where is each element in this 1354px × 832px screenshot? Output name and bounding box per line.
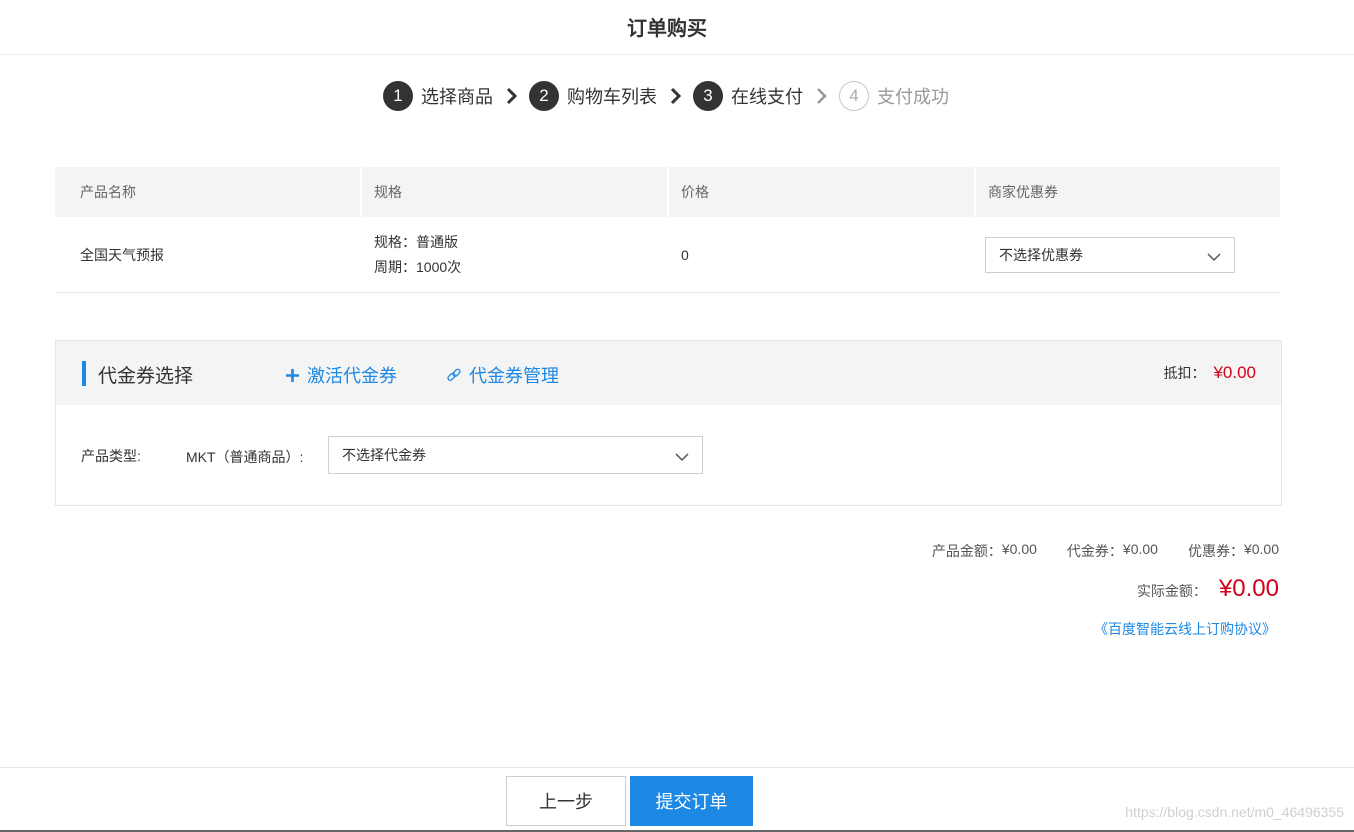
step-select-product: 1 选择商品 (383, 81, 493, 111)
step-payment-success: 4 支付成功 (839, 81, 949, 111)
step-label: 选择商品 (421, 87, 493, 107)
chevron-down-icon (675, 449, 689, 465)
step-cart-list: 2 购物车列表 (529, 81, 657, 111)
merchant-coupon-select[interactable]: 不选择优惠券 (985, 236, 1235, 273)
deduction-label: 抵扣： (1163, 365, 1206, 381)
coupon-cell: 不选择优惠券 (975, 236, 1280, 273)
voucher-body: 产品类型: MKT（普通商品）: 不选择代金券 (56, 405, 1281, 505)
voucher-select-value: 不选择代金券 (342, 447, 426, 463)
step-number: 4 (839, 81, 869, 111)
step-label: 购物车列表 (567, 87, 657, 107)
footer-bar: 上一步 提交订单 (0, 767, 1354, 832)
section-accent-bar (82, 361, 86, 386)
actual-amount: 实际金额： ¥0.00 (1137, 575, 1279, 603)
step-number: 3 (693, 81, 723, 111)
coupon-amount-value: ¥0.00 (1243, 541, 1279, 557)
spec-cell: 规格：普通版 周期：1000次 (362, 230, 669, 280)
step-label: 支付成功 (877, 87, 949, 107)
voucher-amount-value: ¥0.00 (1122, 541, 1158, 557)
amount-summary: 产品金额： ¥0.00 代金券： ¥0.00 优惠券： ¥0.00 (902, 541, 1279, 561)
coupon-amount: 优惠券： ¥0.00 (1188, 541, 1279, 561)
voucher-select[interactable]: 不选择代金券 (328, 436, 703, 474)
voucher-amount: 代金券： ¥0.00 (1067, 541, 1158, 561)
activate-voucher-link[interactable]: 激活代金券 (285, 362, 397, 388)
progress-steps: 1 选择商品 2 购物车列表 3 在线支付 4 支付成功 (383, 80, 949, 112)
column-header-spec: 规格 (362, 167, 667, 217)
plus-icon (285, 368, 300, 383)
actual-amount-value: ¥0.00 (1218, 575, 1279, 602)
product-type-label: 产品类型: (81, 448, 141, 464)
activate-voucher-label: 激活代金券 (307, 366, 397, 386)
column-header-price: 价格 (669, 167, 974, 217)
voucher-amount-label: 代金券： (1066, 543, 1123, 559)
product-amount: 产品金额： ¥0.00 (932, 541, 1037, 561)
product-amount-label: 产品金额： (931, 543, 1002, 559)
manage-voucher-label: 代金券管理 (469, 366, 559, 386)
chevron-right-icon (493, 87, 529, 105)
link-icon (446, 367, 462, 383)
manage-voucher-link[interactable]: 代金券管理 (446, 362, 559, 388)
chevron-right-icon (803, 87, 839, 105)
product-table: 产品名称 规格 价格 商家优惠券 全国天气预报 规格：普通版 周期：1000次 … (55, 167, 1280, 293)
coupon-amount-label: 优惠券： (1187, 543, 1244, 559)
spec-period: 周期：1000次 (374, 258, 462, 275)
deduction: 抵扣： ¥0.00 (1163, 363, 1256, 383)
submit-order-button[interactable]: 提交订单 (630, 776, 753, 826)
voucher-header: 代金券选择 激活代金券 代金券管理 抵扣： ¥0.00 (56, 341, 1281, 405)
price-cell: 0 (681, 246, 689, 263)
spec-version: 规格：普通版 (374, 233, 458, 250)
voucher-section-title: 代金券选择 (98, 366, 194, 387)
table-row: 全国天气预报 规格：普通版 周期：1000次 0 不选择优惠券 (55, 217, 1280, 293)
step-online-payment: 3 在线支付 (693, 81, 803, 111)
product-amount-value: ¥0.00 (1001, 541, 1037, 557)
deduction-value: ¥0.00 (1213, 363, 1256, 382)
merchant-coupon-select-value: 不选择优惠券 (999, 246, 1083, 263)
actual-amount-label: 实际金额： (1136, 583, 1207, 599)
column-header-product-name: 产品名称 (55, 167, 360, 217)
step-label: 在线支付 (731, 87, 803, 107)
purchase-agreement-link[interactable]: 《百度智能云线上订购协议》 (1094, 619, 1276, 639)
table-header: 产品名称 规格 价格 商家优惠券 (55, 167, 1280, 217)
chevron-down-icon (1207, 249, 1221, 265)
product-type-value: MKT（普通商品）: (186, 449, 304, 465)
page-header: 订单购买 (0, 0, 1354, 55)
voucher-section: 代金券选择 激活代金券 代金券管理 抵扣： ¥0.00 产品类型: MKT（普通… (55, 340, 1282, 506)
previous-step-button[interactable]: 上一步 (506, 776, 626, 826)
column-header-merchant-coupon: 商家优惠券 (976, 167, 1280, 217)
step-number: 1 (383, 81, 413, 111)
product-name-cell: 全国天气预报 (80, 246, 164, 263)
step-number: 2 (529, 81, 559, 111)
page-title: 订单购买 (627, 18, 707, 40)
chevron-right-icon (657, 87, 693, 105)
watermark: https://blog.csdn.net/m0_46496355 (1125, 804, 1344, 820)
